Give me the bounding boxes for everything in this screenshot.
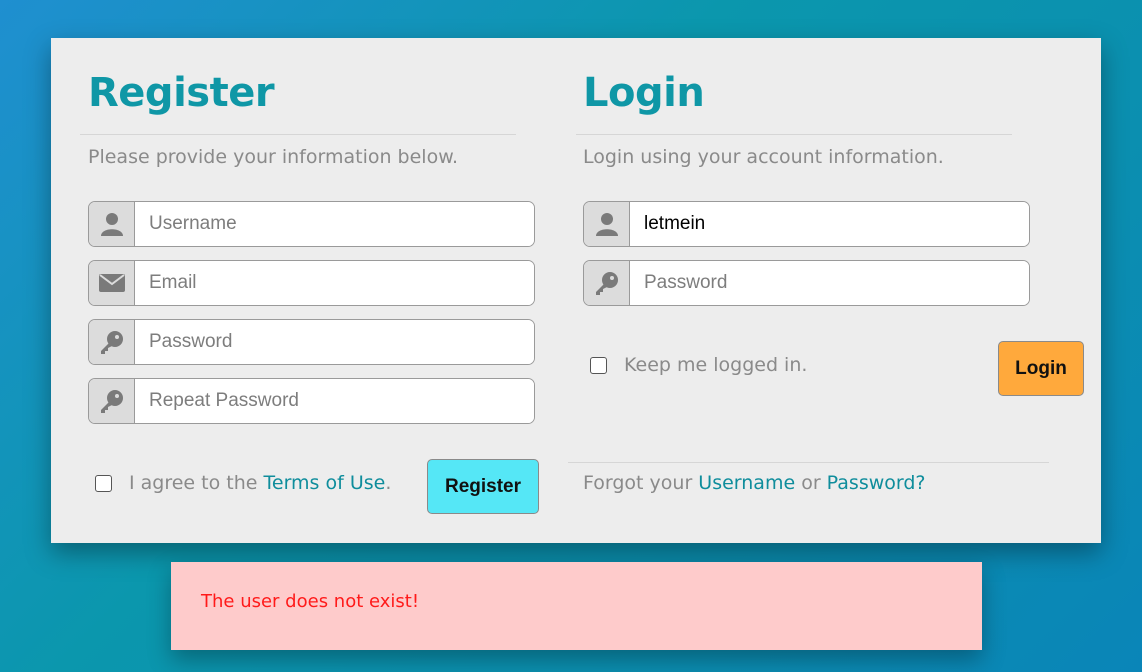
forgot-username-link[interactable]: Username xyxy=(698,472,795,494)
keep-logged-in-row: Keep me logged in. xyxy=(590,354,807,376)
terms-of-use-link[interactable]: Terms of Use xyxy=(264,472,386,494)
login-title: Login xyxy=(583,70,705,116)
keep-logged-in-checkbox[interactable] xyxy=(590,356,607,374)
keep-logged-in-label: Keep me logged in. xyxy=(624,354,808,376)
forgot-password-link[interactable]: Password? xyxy=(827,472,926,494)
error-message: The user does not exist! xyxy=(201,591,420,612)
login-bottom-divider xyxy=(568,462,1049,463)
envelope-icon xyxy=(89,261,135,305)
error-alert: The user does not exist! xyxy=(171,562,982,650)
auth-card: Register Please provide your information… xyxy=(51,38,1101,543)
login-username-input[interactable] xyxy=(630,202,1029,246)
register-password-field xyxy=(88,319,535,365)
register-email-field xyxy=(88,260,535,306)
user-icon xyxy=(584,202,630,246)
key-icon xyxy=(89,379,135,423)
forgot-credentials-text: Forgot your Username or Password? xyxy=(583,472,926,494)
login-username-field xyxy=(583,201,1030,247)
register-button[interactable]: Register xyxy=(427,459,539,514)
login-divider xyxy=(576,134,1012,135)
register-password-input[interactable] xyxy=(135,320,534,364)
key-icon xyxy=(584,261,630,305)
agree-terms-checkbox[interactable] xyxy=(95,474,112,492)
login-subtitle: Login using your account information. xyxy=(583,146,944,168)
login-button[interactable]: Login xyxy=(998,341,1084,396)
key-icon xyxy=(89,320,135,364)
register-title: Register xyxy=(88,70,275,116)
register-divider xyxy=(80,134,516,135)
agree-terms-row: I agree to the Terms of Use. xyxy=(95,472,391,494)
register-username-input[interactable] xyxy=(135,202,534,246)
register-subtitle: Please provide your information below. xyxy=(88,146,459,168)
user-icon xyxy=(89,202,135,246)
login-password-field xyxy=(583,260,1030,306)
register-repeat-password-field xyxy=(88,378,535,424)
register-email-input[interactable] xyxy=(135,261,534,305)
register-repeat-password-input[interactable] xyxy=(135,379,534,423)
register-username-field xyxy=(88,201,535,247)
login-password-input[interactable] xyxy=(630,261,1029,305)
agree-terms-label: I agree to the Terms of Use. xyxy=(129,472,392,494)
